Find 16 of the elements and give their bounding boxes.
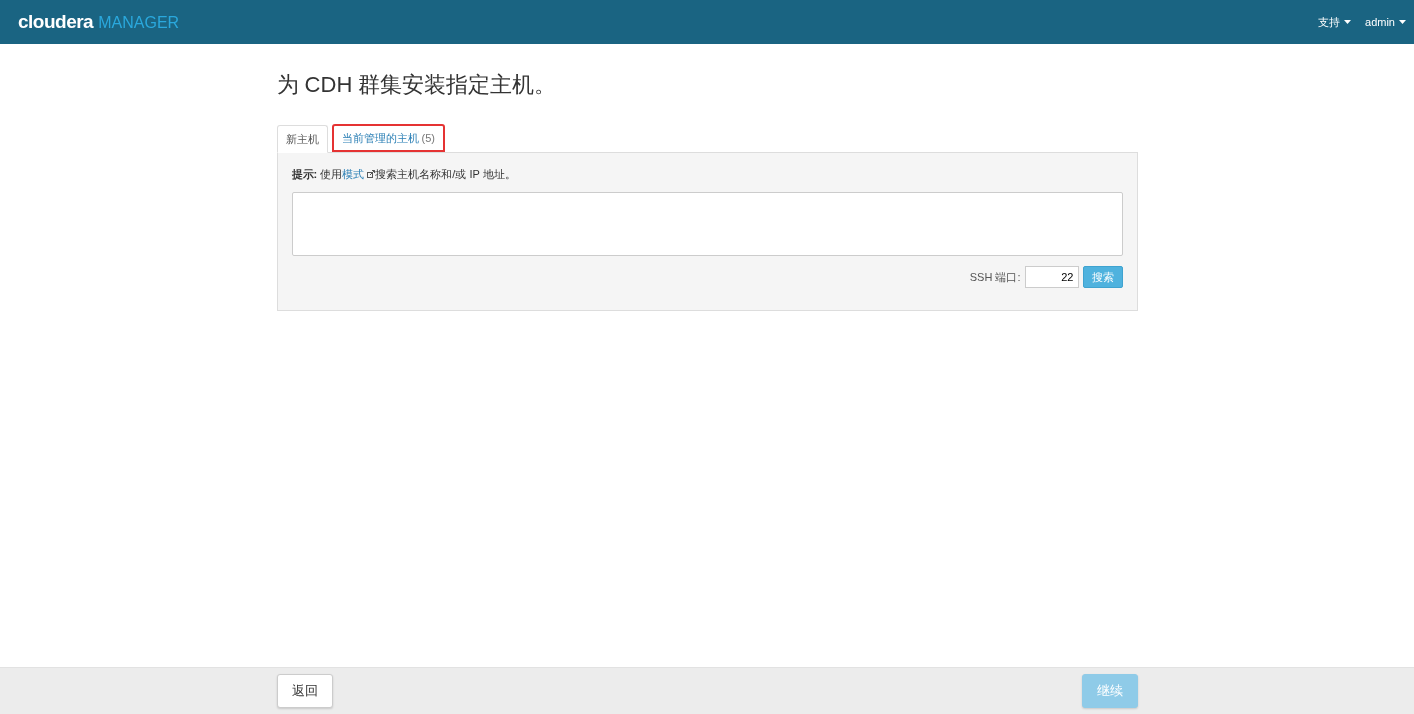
back-button[interactable]: 返回 xyxy=(276,674,333,708)
page-title: 为 CDH 群集安装指定主机。 xyxy=(276,71,558,99)
pattern-link[interactable]: 模式 xyxy=(342,168,365,180)
hint-text: 提示: 使用模式 搜索主机名称和/或 IP 地址。 xyxy=(291,167,517,182)
hosts-input-field[interactable] xyxy=(291,192,1123,256)
menu-dropdown[interactable]: admin xyxy=(1365,14,1406,30)
ssh-port-field[interactable]: 22 xyxy=(1024,266,1079,288)
tab[interactable]: 当前管理的主机 (5) xyxy=(331,124,445,152)
logo-subtitle: MANAGER xyxy=(98,14,180,32)
logo: cloudera xyxy=(18,11,94,33)
menu-dropdown[interactable]: 支持 xyxy=(1318,14,1352,30)
caret-icon xyxy=(1399,20,1406,24)
ssh-port-label: SSH 端口: xyxy=(969,269,1021,285)
tab[interactable]: 新主机 xyxy=(276,125,328,153)
external-link-icon xyxy=(367,170,376,178)
caret-icon xyxy=(1344,20,1352,24)
